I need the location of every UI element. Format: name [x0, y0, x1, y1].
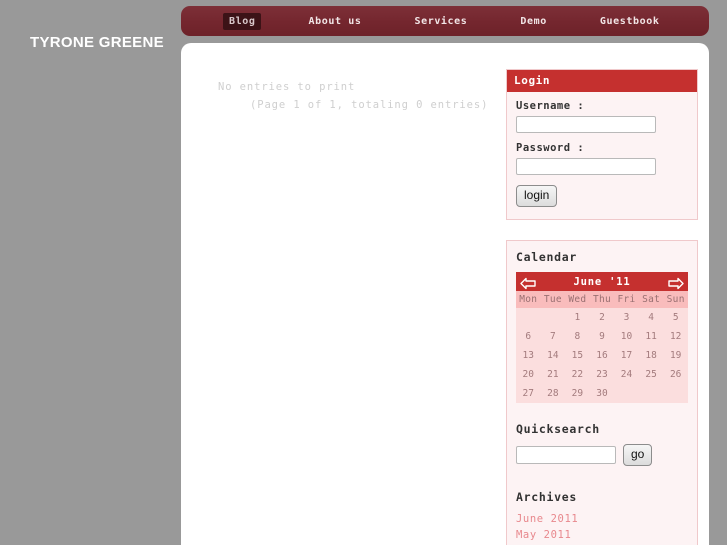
calendar-day: 16 — [596, 350, 608, 361]
login-button[interactable]: login — [516, 185, 558, 207]
login-form: Username : Password : login — [507, 92, 697, 219]
calendar-day: 18 — [645, 350, 657, 361]
nav-item-demo[interactable]: Demo — [514, 13, 552, 30]
page-root: TYRONE GREENE Blog About us Services Dem… — [0, 0, 727, 545]
weekday-fri: Fri — [614, 291, 639, 308]
calendar-day — [516, 308, 541, 327]
arrow-left-icon[interactable] — [520, 275, 536, 290]
calendar-day: 28 — [547, 388, 559, 399]
calendar-navigation: June '11 — [516, 272, 688, 291]
calendar-day: 20 — [522, 369, 534, 380]
calendar-day: 1 — [574, 312, 581, 323]
sidebar: Login Username : Password : login Calend… — [506, 69, 698, 545]
archive-link-may-2011[interactable]: May 2011 — [516, 528, 688, 544]
password-input[interactable] — [516, 158, 656, 175]
calendar-day: 12 — [669, 331, 682, 342]
weekday-wed: Wed — [565, 291, 590, 308]
archive-link-june-2011[interactable]: June 2011 — [516, 512, 688, 528]
calendar-section: Calendar June '11 Mon Tue Wed Thu Fri Sa… — [507, 241, 697, 412]
weekday-mon: Mon — [516, 291, 541, 308]
calendar-day: 24 — [620, 369, 633, 380]
calendar-day: 19 — [669, 350, 682, 361]
quicksearch-go-button[interactable]: go — [623, 444, 653, 466]
calendar-day: 22 — [571, 369, 584, 380]
password-label: Password : — [516, 142, 585, 154]
username-input[interactable] — [516, 116, 656, 133]
archives-heading: Archives — [516, 490, 577, 504]
quicksearch-form: go — [516, 444, 688, 466]
calendar-day: 9 — [599, 331, 605, 342]
archives-section: Archives June 2011 May 2011 April 2011 — [507, 480, 697, 545]
calendar-day: 8 — [574, 331, 581, 342]
login-box-title: Login — [507, 70, 697, 92]
calendar-day: 4 — [648, 312, 654, 323]
calendar-day: 3 — [623, 312, 630, 323]
calendar-week-row: 27 28 29 30 — [516, 384, 688, 403]
entry-list-area: No entries to print (Page 1 of 1, totali… — [218, 78, 498, 114]
calendar-box: Calendar June '11 Mon Tue Wed Thu Fri Sa… — [506, 240, 698, 545]
arrow-right-icon[interactable] — [668, 275, 684, 290]
calendar-day: 10 — [620, 331, 633, 342]
calendar-day: 26 — [669, 369, 682, 380]
calendar-heading: Calendar — [516, 250, 577, 264]
nav-item-guestbook[interactable]: Guestbook — [594, 13, 666, 30]
calendar-day: 17 — [620, 350, 633, 361]
calendar-day: 11 — [645, 331, 657, 342]
weekday-tue: Tue — [540, 291, 566, 308]
quicksearch-section: Quicksearch go — [507, 412, 697, 480]
weekday-thu: Thu — [589, 291, 615, 308]
calendar-day — [614, 384, 639, 403]
calendar-week-row: 20 21 22 23 24 25 26 — [516, 365, 688, 384]
calendar-day: 25 — [645, 369, 657, 380]
username-label: Username : — [516, 100, 585, 112]
calendar-day: 13 — [522, 350, 534, 361]
login-box: Login Username : Password : login — [506, 69, 698, 220]
calendar-day: 23 — [596, 369, 608, 380]
calendar-day: 29 — [571, 388, 584, 399]
page-title: TYRONE GREENE — [30, 34, 164, 51]
calendar-day: 21 — [547, 369, 559, 380]
quicksearch-input[interactable] — [516, 446, 616, 464]
calendar-weekday-row: Mon Tue Wed Thu Fri Sat Sun — [516, 291, 688, 308]
calendar-month-label: June '11 — [573, 275, 631, 288]
calendar-day: 7 — [549, 331, 556, 342]
weekday-sun: Sun — [663, 291, 688, 308]
pagination-text: (Page 1 of 1, totaling 0 entries) — [250, 99, 489, 111]
calendar-grid: Mon Tue Wed Thu Fri Sat Sun 1 2 3 4 5 6 … — [516, 291, 688, 403]
quicksearch-heading: Quicksearch — [516, 422, 600, 436]
nav-item-services[interactable]: Services — [408, 13, 473, 30]
page-panel: No entries to print (Page 1 of 1, totali… — [181, 43, 709, 545]
calendar-week-row: 6 7 8 9 10 11 12 — [516, 327, 688, 346]
calendar-day: 14 — [547, 350, 559, 361]
empty-message: No entries to print — [218, 81, 356, 93]
calendar-day: 30 — [596, 388, 608, 399]
calendar-day: 2 — [599, 312, 605, 323]
calendar-day: 5 — [672, 312, 679, 323]
nav-item-blog[interactable]: Blog — [223, 12, 262, 30]
calendar-day: 6 — [525, 331, 532, 342]
calendar-day: 27 — [522, 388, 534, 399]
calendar-day: 15 — [571, 350, 584, 361]
calendar-week-row: 13 14 15 16 17 18 19 — [516, 346, 688, 365]
calendar-week-row: 1 2 3 4 5 — [516, 308, 688, 327]
calendar-day — [663, 384, 688, 403]
main-navigation: Blog About us Services Demo Guestbook — [181, 6, 709, 36]
weekday-sat: Sat — [638, 291, 664, 308]
nav-item-about-us[interactable]: About us — [302, 13, 367, 30]
calendar-day — [639, 384, 664, 403]
calendar-day — [541, 308, 566, 327]
